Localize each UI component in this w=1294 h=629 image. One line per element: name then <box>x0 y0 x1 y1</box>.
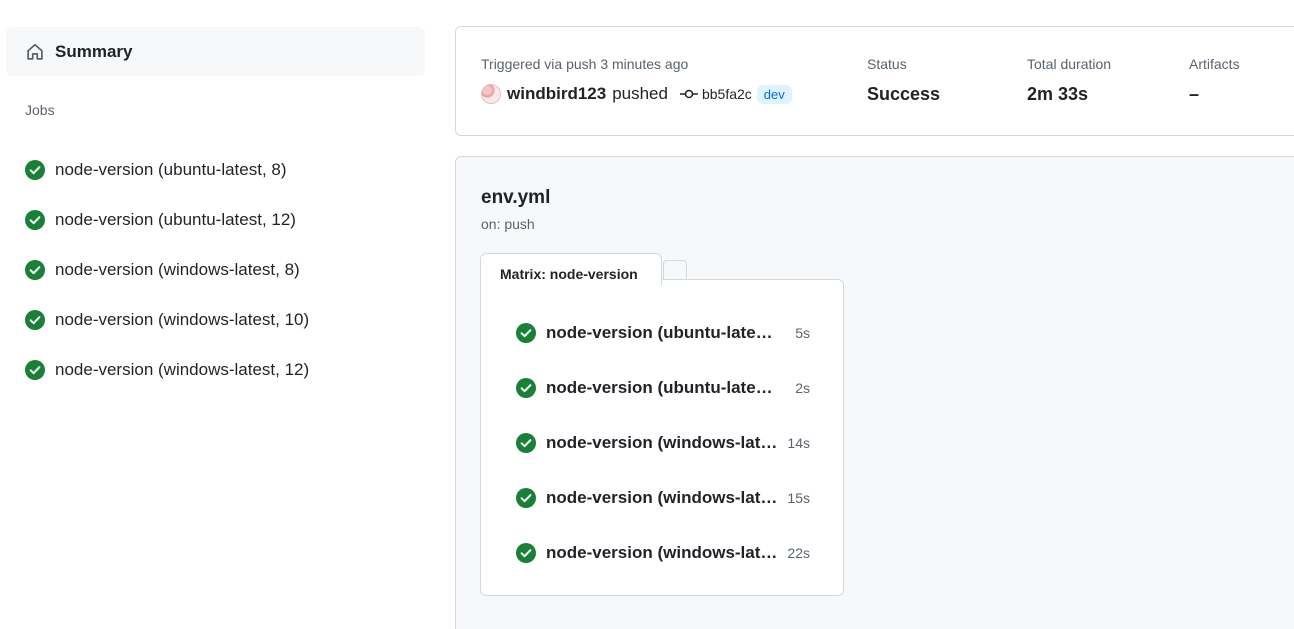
status-stat: Status Success <box>867 56 940 105</box>
artifacts-value: – <box>1189 84 1200 104</box>
duration-label: Total duration <box>1027 56 1112 72</box>
matrix-job-item[interactable]: node-version (ubuntu-latest, 8) 5s <box>516 305 810 360</box>
matrix-job-item[interactable]: node-version (ubuntu-latest, 12) 2s <box>516 360 810 415</box>
workflow-run-page: Summary Jobs node-version (ubuntu-latest… <box>0 0 1294 629</box>
sidebar-job-label: node-version (ubuntu-latest, 12) <box>55 210 296 229</box>
artifacts-stat: Artifacts – <box>1189 56 1240 105</box>
check-circle-fill-icon <box>25 260 45 280</box>
status-label: Status <box>867 56 907 72</box>
matrix-job-label: node-version (ubuntu-latest, 8) <box>546 322 778 342</box>
matrix-job-label: node-version (windows-latest, 8) <box>546 432 778 452</box>
check-circle-fill-icon <box>516 487 536 508</box>
matrix-title: Matrix: node-version <box>480 253 662 285</box>
trigger-action: pushed <box>612 84 668 103</box>
sidebar-job-label: node-version (windows-latest, 8) <box>55 260 300 279</box>
home-icon <box>27 43 43 60</box>
check-circle-fill-icon <box>516 377 536 398</box>
artifacts-label: Artifacts <box>1189 56 1240 72</box>
sidebar-job-item[interactable]: node-version (windows-latest, 10) <box>25 295 309 345</box>
matrix-job-item[interactable]: node-version (windows-latest, 10) 15s <box>516 470 810 525</box>
check-circle-fill-icon <box>25 210 45 230</box>
matrix-job-item[interactable]: node-version (windows-latest, 8) 14s <box>516 415 810 470</box>
trigger-description: Triggered via push 3 minutes ago <box>481 56 689 72</box>
matrix-job-duration: 15s <box>787 489 810 506</box>
matrix-job-duration: 14s <box>787 434 810 451</box>
sidebar-job-item[interactable]: node-version (windows-latest, 8) <box>25 245 309 295</box>
jobs-heading: Jobs <box>25 102 55 118</box>
duration-stat: Total duration 2m 33s <box>1027 56 1111 105</box>
matrix-job-list: node-version (ubuntu-latest, 8) 5s node-… <box>516 305 810 580</box>
check-circle-fill-icon <box>516 322 536 343</box>
check-circle-fill-icon <box>25 310 45 330</box>
trigger-details: windbird123 pushed bb5fa2c dev <box>481 84 792 104</box>
matrix-job-item[interactable]: node-version (windows-latest, 12) 22s <box>516 525 810 580</box>
check-circle-fill-icon <box>25 160 45 180</box>
matrix-group: node-version (ubuntu-latest, 8) 5s node-… <box>480 279 844 596</box>
sidebar: Summary Jobs node-version (ubuntu-latest… <box>0 0 440 629</box>
branch-badge[interactable]: dev <box>756 84 792 104</box>
matrix-job-label: node-version (ubuntu-latest, 12) <box>546 377 778 397</box>
matrix-job-duration: 5s <box>795 324 810 341</box>
actor-link[interactable]: windbird123 <box>507 84 606 104</box>
sidebar-job-item[interactable]: node-version (ubuntu-latest, 8) <box>25 145 309 195</box>
sidebar-summary-link[interactable]: Summary <box>6 27 425 76</box>
matrix-job-duration: 22s <box>787 544 810 561</box>
workflow-graph: env.yml on: push Matrix: node-version no… <box>455 156 1294 629</box>
git-commit-icon <box>679 89 698 99</box>
check-circle-fill-icon <box>516 432 536 453</box>
avatar[interactable] <box>481 84 501 104</box>
sidebar-job-label: node-version (ubuntu-latest, 8) <box>55 160 287 179</box>
run-summary-header: Triggered via push 3 minutes ago windbir… <box>455 26 1294 136</box>
sidebar-job-label: node-version (windows-latest, 12) <box>55 360 310 379</box>
matrix-job-label: node-version (windows-latest, 10) <box>546 487 778 507</box>
sidebar-job-item[interactable]: node-version (ubuntu-latest, 12) <box>25 195 309 245</box>
commit-sha-link[interactable]: bb5fa2c <box>702 86 752 102</box>
check-circle-fill-icon <box>516 542 536 563</box>
sidebar-job-item[interactable]: node-version (windows-latest, 12) <box>25 345 309 395</box>
check-circle-fill-icon <box>25 360 45 380</box>
status-value: Success <box>867 84 941 104</box>
workflow-trigger: on: push <box>481 216 535 232</box>
sidebar-summary-label: Summary <box>55 41 133 61</box>
matrix-job-duration: 2s <box>795 379 810 396</box>
workflow-file-name: env.yml <box>481 187 551 208</box>
sidebar-job-label: node-version (windows-latest, 10) <box>55 310 310 329</box>
matrix-job-label: node-version (windows-latest, 12) <box>546 542 778 562</box>
job-list: node-version (ubuntu-latest, 8) node-ver… <box>25 145 309 395</box>
duration-value: 2m 33s <box>1027 84 1089 104</box>
